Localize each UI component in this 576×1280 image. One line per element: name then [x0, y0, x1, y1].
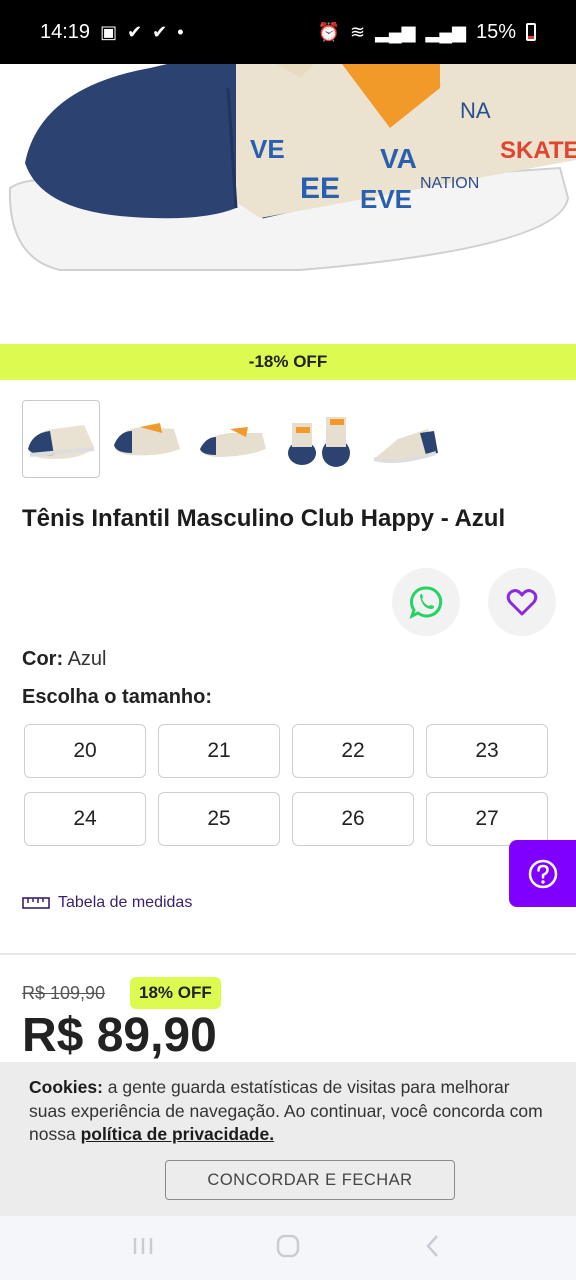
privacy-policy-link[interactable]: política de privacidade. [81, 1124, 275, 1144]
old-price: R$ 109,90 [22, 983, 106, 1003]
thumbnail-gallery [22, 400, 444, 478]
dot-icon: • [177, 21, 184, 42]
color-value: Azul [67, 648, 107, 670]
battery-icon [526, 23, 536, 41]
size-option-23[interactable]: 23 [426, 724, 548, 778]
battery-percent: 15% [475, 20, 516, 43]
cookie-label: Cookies: [29, 1077, 103, 1097]
signal-icon: ▂▄▆ [375, 21, 416, 42]
divider [0, 953, 576, 955]
check-icon: ✔ [152, 21, 168, 42]
thumbnail-5[interactable] [366, 400, 444, 478]
size-selector: 20 21 22 23 24 25 26 27 [24, 724, 548, 846]
home-icon [276, 1234, 300, 1257]
color-label: Cor: [22, 648, 64, 670]
svg-text:VE: VE [250, 134, 285, 164]
product-image[interactable]: VE VA EE EVE SKATE NATION NA [0, 48, 576, 344]
size-option-26[interactable]: 26 [292, 792, 414, 846]
svg-text:VA: VA [380, 143, 417, 174]
svg-text:EE: EE [300, 172, 340, 205]
whatsapp-icon [409, 586, 443, 619]
shoe-illustration: VE VA EE EVE SKATE NATION NA [8, 48, 576, 271]
alarm-icon: ⏰ [317, 21, 340, 42]
navigation-bar [0, 1216, 576, 1280]
size-heading: Escolha o tamanho: [22, 686, 213, 708]
cookie-accept-button[interactable]: CONCORDAR E FECHAR [165, 1160, 455, 1200]
thumbnail-3[interactable] [194, 400, 272, 478]
size-option-24[interactable]: 24 [24, 792, 146, 846]
help-button[interactable] [509, 840, 576, 907]
ruler-icon [22, 897, 50, 909]
thumbnail-4[interactable] [280, 400, 358, 478]
home-button[interactable] [273, 1231, 303, 1266]
recent-apps-button[interactable] [128, 1231, 158, 1266]
recent-apps-icon [133, 1237, 152, 1254]
wifi-icon: ≋ [349, 21, 366, 42]
question-icon [528, 859, 557, 888]
cookie-message: Cookies: a gente guarda estatísticas de … [29, 1076, 549, 1147]
svg-text:NATION: NATION [420, 175, 479, 192]
size-option-25[interactable]: 25 [158, 792, 280, 846]
size-option-27[interactable]: 27 [426, 792, 548, 846]
thumbnail-1[interactable] [22, 400, 100, 478]
size-chart-label: Tabela de medidas [58, 894, 193, 911]
signal-icon: ▂▄▆ [425, 21, 466, 42]
size-option-20[interactable]: 20 [24, 724, 146, 778]
cookie-banner: Cookies: a gente guarda estatísticas de … [0, 1062, 576, 1216]
status-bar: 14:19 ▣ ✔ ✔ • ⏰ ≋ ▂▄▆ ▂▄▆ 15% [0, 0, 576, 64]
whatsapp-share-button[interactable] [392, 568, 460, 636]
heart-icon [506, 589, 538, 616]
size-chart-link[interactable]: Tabela de medidas [22, 894, 192, 912]
svg-text:NA: NA [460, 98, 491, 123]
status-time: 14:19 [40, 20, 91, 43]
discount-badge: 18% OFF [130, 977, 221, 1009]
check-icon: ✔ [127, 21, 143, 42]
current-price: R$ 89,90 [22, 1009, 217, 1062]
size-option-22[interactable]: 22 [292, 724, 414, 778]
product-title: Tênis Infantil Masculino Club Happy - Az… [22, 505, 506, 532]
svg-text:SKATE: SKATE [500, 137, 576, 164]
back-button[interactable] [418, 1231, 448, 1266]
thumbnail-2[interactable] [108, 400, 186, 478]
discount-band: -18% OFF [0, 344, 576, 380]
back-icon [426, 1234, 439, 1257]
svg-text:EVE: EVE [360, 184, 412, 214]
favorite-button[interactable] [488, 568, 556, 636]
size-option-21[interactable]: 21 [158, 724, 280, 778]
image-icon: ▣ [100, 21, 118, 42]
color-row: Cor: Azul [22, 648, 106, 671]
